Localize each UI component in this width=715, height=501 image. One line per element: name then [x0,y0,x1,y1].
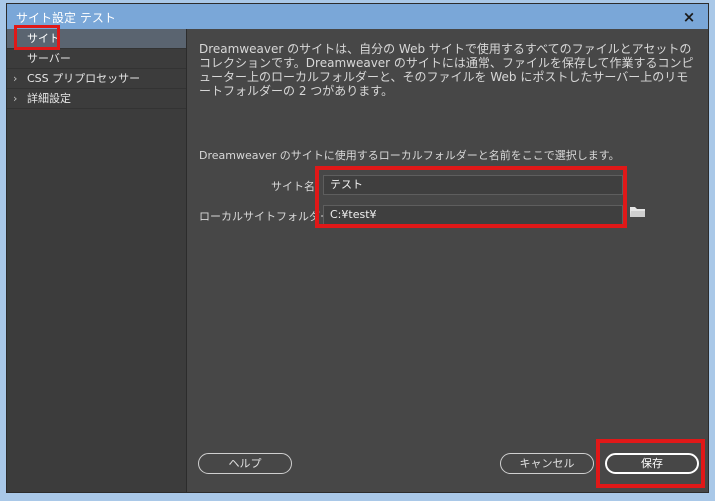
site-name-input[interactable]: テスト [323,175,623,195]
folder-icon[interactable] [630,206,646,218]
sidebar-item-label: CSS プリプロセッサー [27,72,141,85]
cancel-button[interactable]: キャンセル [500,453,594,474]
close-button[interactable]: × [670,4,708,29]
chevron-right-icon: › [13,72,18,85]
site-settings-content: Dreamweaver のサイトは、自分の Web サイトで使用するすべてのファ… [187,29,708,492]
sidebar-item-site[interactable]: サイト [7,29,186,49]
save-button[interactable]: 保存 [605,453,699,474]
local-folder-label: ローカルサイトフォルダー [199,210,331,223]
dialog-title: サイト設定 テスト [16,11,116,25]
category-sidebar: サイト サーバー › CSS プリプロセッサー › 詳細設定 [7,29,187,492]
sidebar-item-label: サイト [27,32,60,45]
sidebar-item-css-preprocessor[interactable]: › CSS プリプロセッサー [7,69,186,89]
local-folder-input[interactable]: C:¥test¥ [323,205,623,225]
sidebar-item-label: 詳細設定 [27,92,71,105]
site-name-label: サイト名 [271,180,315,193]
sidebar-item-advanced-settings[interactable]: › 詳細設定 [7,89,186,109]
help-button[interactable]: ヘルプ [198,453,292,474]
form-instruction: Dreamweaver のサイトに使用するローカルフォルダーと名前をここで選択し… [199,149,620,162]
site-description: Dreamweaver のサイトは、自分の Web サイトで使用するすべてのファ… [199,42,694,98]
chevron-right-icon: › [13,92,18,105]
site-settings-dialog: サイト設定 テスト × サイト サーバー › CSS プリプロセッサー › 詳細… [6,3,709,493]
close-icon: × [682,7,696,26]
sidebar-item-label: サーバー [27,52,71,65]
title-bar: サイト設定 テスト × [7,4,708,29]
sidebar-item-server[interactable]: サーバー [7,49,186,69]
